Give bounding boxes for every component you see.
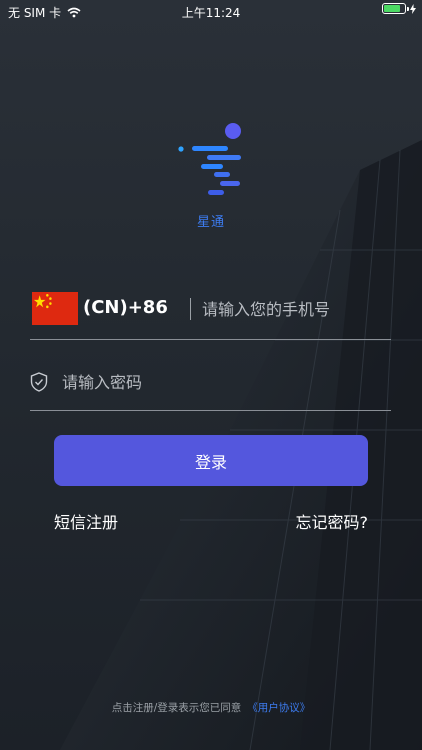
app-name: 星通 [196,215,225,230]
password-field-row [30,358,391,411]
status-right [382,3,416,14]
field-divider [190,298,191,320]
shield-icon [30,372,48,392]
agreement-notice: 点击注册/登录表示您已同意 《用户协议》 [0,700,422,715]
phone-field-row: (CN)+86 [30,287,391,340]
status-time: 上午11:24 [181,6,241,20]
app-logo-icon [178,123,241,195]
china-flag-icon[interactable] [32,292,78,325]
user-agreement-link[interactable]: 《用户协议》 [247,702,310,714]
country-code[interactable]: (CN)+86 [83,297,168,318]
status-bar: 无 SIM 卡 上午11:24 [0,0,422,22]
forgot-password-link[interactable]: 忘记密码? [296,509,369,533]
phone-input[interactable] [200,293,389,325]
charging-icon [410,3,416,14]
battery-icon [382,3,409,14]
agreement-text: 点击注册/登录表示您已同意 [111,702,242,714]
sms-register-link[interactable]: 短信注册 [54,509,118,533]
password-input[interactable] [60,366,364,398]
battery-level [384,5,400,12]
login-button[interactable]: 登录 [54,435,368,486]
